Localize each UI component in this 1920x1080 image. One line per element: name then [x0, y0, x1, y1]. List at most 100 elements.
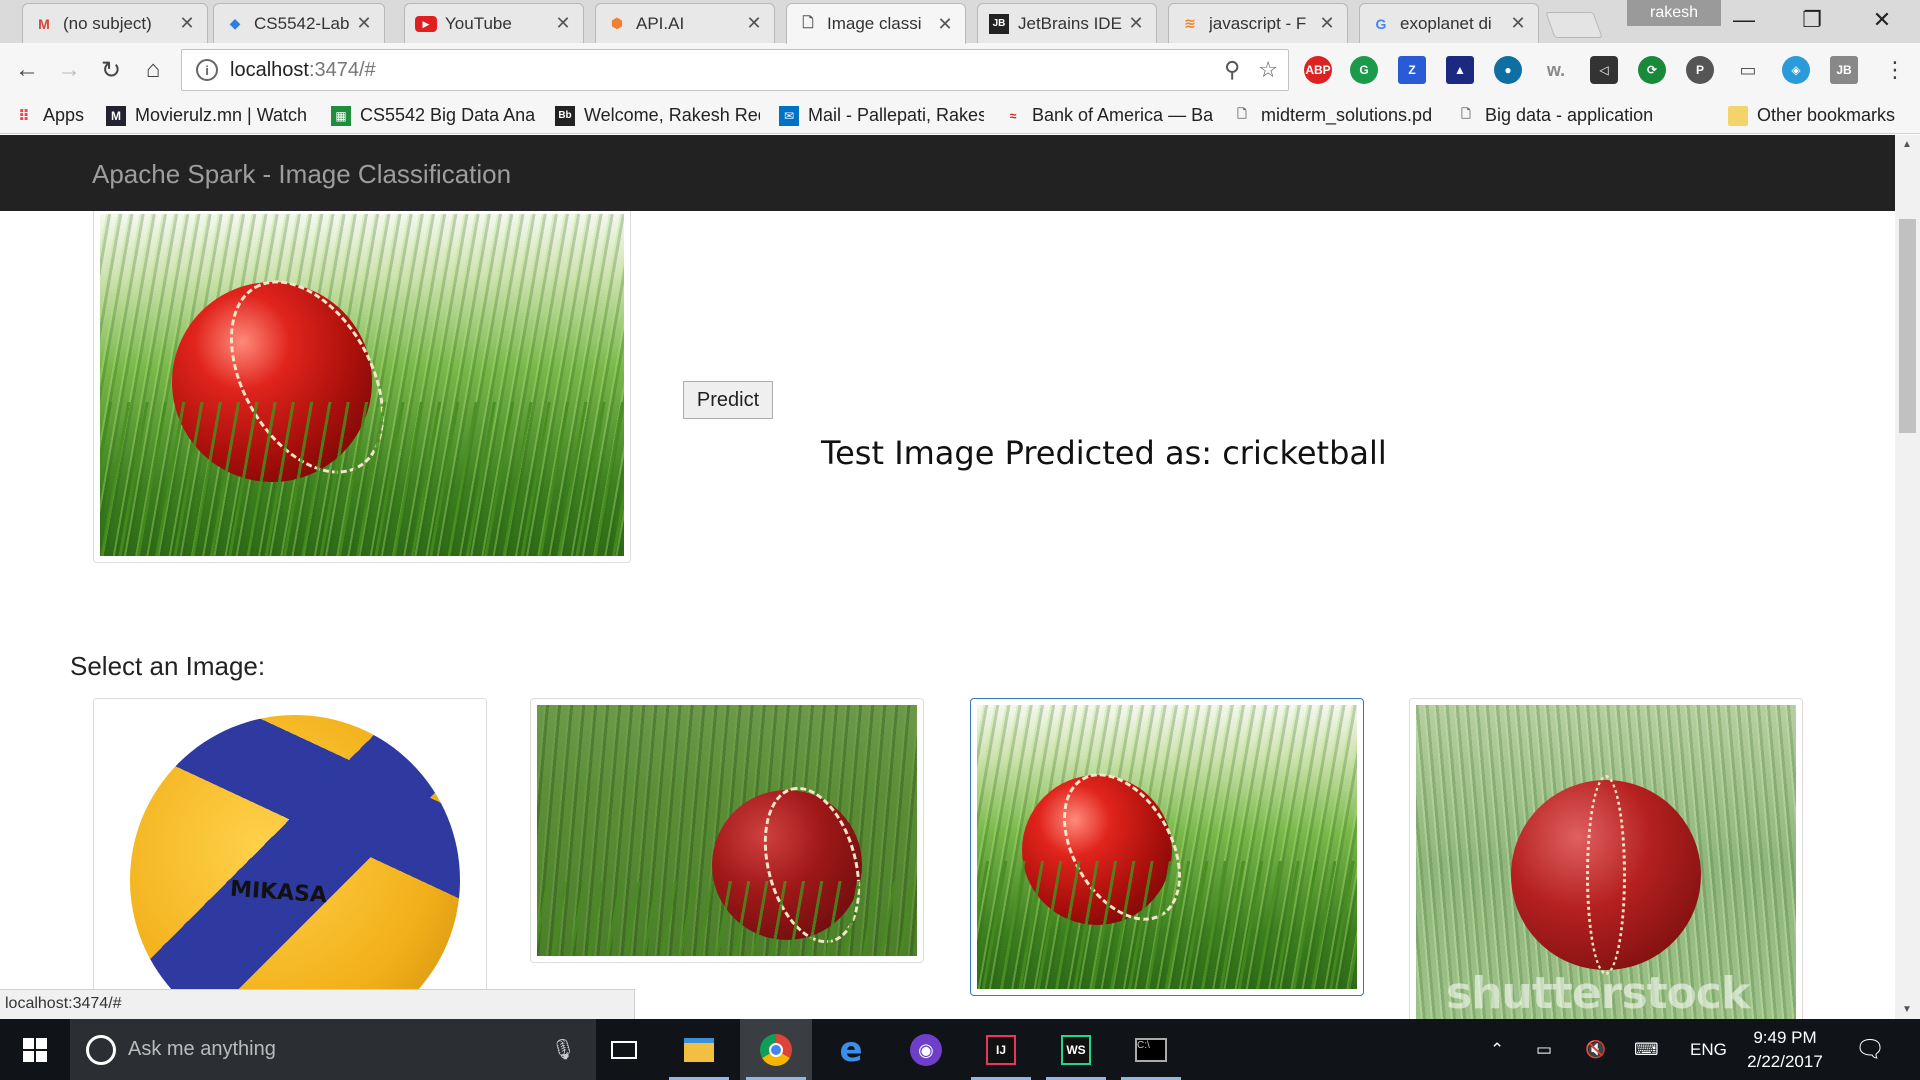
bookmark-apps[interactable]: ⠿ Apps [14, 105, 84, 126]
page-viewport: Apache Spark - Image Classification Pred… [0, 135, 1895, 1019]
intellij-icon[interactable]: IJ [965, 1019, 1037, 1080]
predict-button[interactable]: Predict [683, 381, 773, 419]
thumbnail-image [537, 705, 917, 956]
close-icon[interactable]: ✕ [1508, 13, 1528, 34]
cast-icon[interactable]: ▭ [1734, 56, 1762, 84]
bookmarks-bar: ⠿ Apps M Movierulz.mn | Watch ▦ CS5542 B… [0, 98, 1920, 134]
jetbrains-icon: JB [988, 13, 1010, 35]
microphone-icon[interactable]: 🎙 [551, 1037, 576, 1062]
scroll-down-icon[interactable]: ▼ [1902, 1004, 1912, 1015]
tab-image-classification[interactable]: 🗋 Image classi ✕ [786, 3, 966, 44]
system-clock[interactable]: 9:49 PM 2/22/2017 [1740, 1026, 1830, 1074]
bookmark-blackboard[interactable]: Bb Welcome, Rakesh Red [555, 105, 760, 126]
address-bar[interactable]: i localhost:3474/# ⚲ ☆ [181, 49, 1289, 91]
thumbnail-volleyball[interactable]: MIKASA [93, 698, 487, 998]
tab-gmail[interactable]: M (no subject) ✕ [22, 3, 208, 43]
bookmark-label: Mail - Pallepati, Rakes [808, 105, 984, 125]
volume-muted-icon[interactable]: 🔇 [1585, 1019, 1606, 1080]
close-icon[interactable]: ✕ [354, 13, 374, 34]
tab-google-search[interactable]: G exoplanet di ✕ [1359, 3, 1539, 43]
google-icon: G [1375, 15, 1387, 32]
youtube-icon: ▶ [415, 13, 437, 35]
zotero-icon[interactable]: Z [1398, 56, 1426, 84]
bookmark-bank-of-america[interactable]: ≈ Bank of America — Ba [1003, 105, 1213, 126]
test-image [100, 214, 624, 556]
thumbnail-cricket-ball-pitch[interactable]: shutterstock [1409, 698, 1803, 1019]
windows-start-button[interactable] [0, 1019, 70, 1080]
new-tab-button[interactable] [1545, 12, 1603, 38]
bookmark-big-data[interactable]: 🗋 Big data - application [1456, 105, 1661, 126]
scrollbar-thumb[interactable] [1899, 219, 1916, 433]
close-icon[interactable]: ✕ [1126, 13, 1146, 34]
bookmark-star-icon[interactable]: ☆ [1258, 57, 1278, 83]
bookmark-label: midterm_solutions.pd [1261, 105, 1433, 125]
edge-icon[interactable]: e [815, 1019, 887, 1080]
minimize-button[interactable]: — [1714, 0, 1774, 40]
bookmark-label: Other bookmarks [1757, 105, 1896, 125]
status-bar: localhost:3474/# [0, 989, 635, 1019]
windows-taskbar: Ask me anything 🎙 e ◉ IJ WS C:\ ⌃ ▭ 🔇 ⌨ … [0, 1019, 1920, 1080]
language-indicator[interactable]: ENG [1690, 1019, 1727, 1080]
chrome-icon[interactable] [740, 1019, 812, 1080]
tab-youtube[interactable]: ▶ YouTube ✕ [404, 3, 584, 43]
thumbnail-cricket-ball-tall-grass[interactable] [970, 698, 1364, 996]
tab-api-ai[interactable]: ⬢ API.AI ✕ [595, 3, 775, 43]
tab-title: javascript - F [1209, 13, 1307, 33]
close-icon[interactable]: ✕ [177, 13, 197, 34]
bookmark-midterm-solutions[interactable]: 🗋 midterm_solutions.pd [1232, 105, 1437, 126]
action-center-icon[interactable]: 🗨 [1855, 1019, 1885, 1080]
extension-icon[interactable]: ◈ [1782, 56, 1810, 84]
tab-jetbrains[interactable]: JB JetBrains IDE ✕ [977, 3, 1157, 43]
extension-icon[interactable]: ▲ [1446, 56, 1474, 84]
close-icon[interactable]: ✕ [744, 13, 764, 34]
close-icon[interactable]: ✕ [935, 14, 955, 35]
keyboard-icon[interactable]: ⌨ [1634, 1019, 1659, 1080]
grammarly-icon[interactable]: G [1350, 56, 1378, 84]
command-prompt-icon[interactable]: C:\ [1115, 1019, 1187, 1080]
bookmark-mail[interactable]: ✉ Mail - Pallepati, Rakes [779, 105, 984, 126]
bookmark-cs5542[interactable]: ▦ CS5542 Big Data Anal [331, 105, 536, 126]
cortana-search-box[interactable]: Ask me anything 🎙 [70, 1019, 596, 1080]
pushbullet-icon[interactable]: P [1686, 56, 1714, 84]
task-view-icon[interactable] [588, 1019, 660, 1080]
dropbox-icon: ◆ [229, 15, 241, 31]
close-icon[interactable]: ✕ [1317, 13, 1337, 34]
navbar-brand[interactable]: Apache Spark - Image Classification [92, 159, 511, 190]
bookmark-label: Apps [43, 105, 85, 125]
scroll-up-icon[interactable]: ▲ [1902, 139, 1912, 150]
sync-icon[interactable]: ⟳ [1638, 56, 1666, 84]
bookmark-movierulz[interactable]: M Movierulz.mn | Watch [106, 105, 306, 126]
reload-icon[interactable]: ↻ [94, 53, 128, 87]
home-icon[interactable]: ⌂ [136, 53, 170, 87]
thumbnail-image: shutterstock [1416, 705, 1796, 1019]
bofa-icon: ≈ [1009, 108, 1017, 123]
show-hidden-icons[interactable]: ⌃ [1490, 1019, 1504, 1080]
info-icon[interactable]: i [196, 59, 218, 81]
menu-kebab-icon[interactable]: ⋮ [1878, 53, 1912, 87]
file-icon: 🗋 [1461, 107, 1471, 121]
forward-icon[interactable]: → [52, 53, 86, 87]
thumbnail-cricket-ball-grass[interactable] [530, 698, 924, 963]
visual-studio-icon[interactable]: ◁ [1590, 56, 1618, 84]
address-url: localhost:3474/# [230, 58, 376, 81]
tab-stackoverflow[interactable]: ≋ javascript - F ✕ [1168, 3, 1348, 43]
jetbrains-ext-icon[interactable]: JB [1830, 56, 1858, 84]
tab-dropbox[interactable]: ◆ CS5542-Lab ✕ [213, 3, 385, 43]
restore-button[interactable]: ❐ [1782, 0, 1842, 40]
wikiwand-icon[interactable]: w. [1542, 56, 1570, 84]
github-icon[interactable]: ◉ [890, 1019, 962, 1080]
file-explorer-icon[interactable] [663, 1019, 735, 1080]
extension-icon[interactable]: ● [1494, 56, 1522, 84]
profile-button[interactable]: rakesh [1627, 0, 1721, 26]
battery-icon[interactable]: ▭ [1536, 1019, 1552, 1080]
close-window-button[interactable]: ✕ [1852, 0, 1912, 40]
webstorm-icon[interactable]: WS [1040, 1019, 1112, 1080]
key-icon[interactable]: ⚲ [1224, 57, 1240, 83]
vertical-scrollbar[interactable]: ▲ ▼ [1895, 135, 1920, 1019]
back-icon[interactable]: ← [10, 53, 44, 87]
adblock-plus-icon[interactable]: ABP [1304, 56, 1332, 84]
close-icon[interactable]: ✕ [553, 13, 573, 34]
other-bookmarks[interactable]: Other bookmarks [1728, 105, 1895, 126]
clock-date: 2/22/2017 [1747, 1052, 1823, 1071]
folder-icon [1728, 105, 1748, 126]
